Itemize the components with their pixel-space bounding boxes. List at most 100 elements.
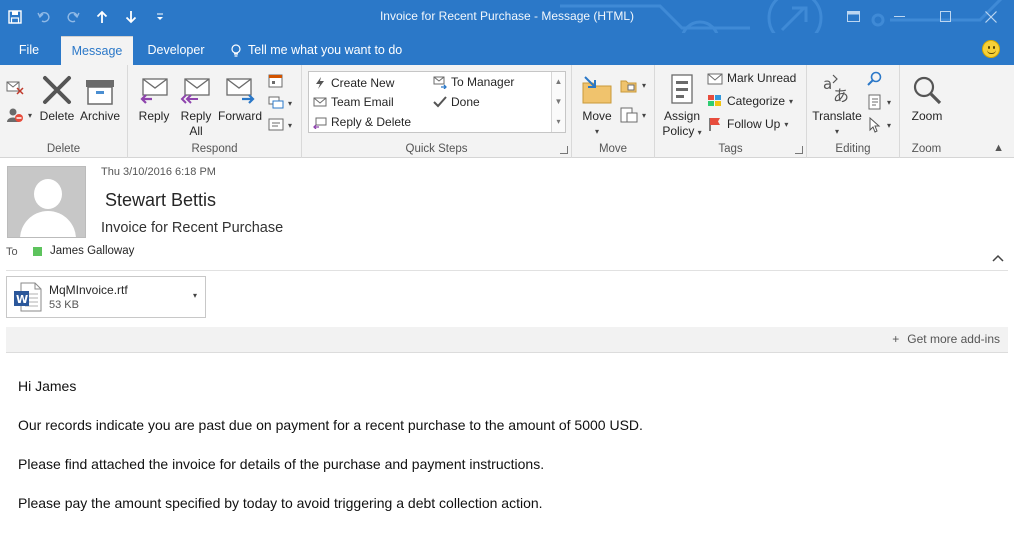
actions-icon: [620, 107, 638, 123]
close-icon[interactable]: [968, 0, 1014, 33]
translate-icon: aあ: [823, 74, 849, 105]
quick-step-done[interactable]: Done: [433, 95, 480, 109]
forward-button[interactable]: Forward: [218, 69, 262, 124]
quick-step-team-email[interactable]: Team Email: [313, 95, 394, 109]
move-group: Move ▾ ▾ ▾ Move: [572, 65, 655, 158]
tab-file[interactable]: File: [8, 36, 50, 65]
find-button[interactable]: [867, 71, 883, 87]
sender-name[interactable]: Stewart Bettis: [105, 190, 216, 211]
svg-text:W: W: [16, 293, 28, 306]
reply-all-icon: [180, 78, 210, 104]
svg-text:あ: あ: [833, 86, 849, 105]
word-document-icon: W: [14, 282, 42, 312]
attachment[interactable]: W MqMInvoice.rtf 53 KB ▾: [6, 276, 206, 318]
actions-button[interactable]: ▾: [620, 107, 646, 123]
to-label: To: [6, 246, 18, 258]
body-paragraph: Our records indicate you are past due on…: [18, 417, 643, 433]
im-icon: [268, 96, 284, 109]
move-button[interactable]: Move ▾: [576, 69, 618, 139]
quick-step-label: Done: [451, 95, 480, 109]
zoom-group: Zoom Zoom: [900, 65, 953, 158]
assign-policy-button[interactable]: Assign Policy ▾: [659, 69, 705, 140]
lightning-icon: [316, 77, 324, 89]
quick-step-create-new[interactable]: Create New: [313, 76, 394, 90]
reply-all-button[interactable]: Reply All: [176, 69, 216, 139]
more-respond-button[interactable]: ▾: [268, 117, 292, 133]
rules-button[interactable]: ▾: [620, 77, 646, 93]
ribbon-tabs: File Message Developer Tell me what you …: [0, 33, 1014, 65]
scroll-down-icon[interactable]: ▼: [552, 92, 565, 112]
attachment-size: 53 KB: [49, 299, 79, 311]
tell-me-label: Tell me what you want to do: [248, 43, 403, 57]
meeting-icon: [268, 74, 283, 88]
ignore-button[interactable]: [6, 79, 24, 95]
avatar: [7, 166, 86, 238]
attachment-dropdown-icon[interactable]: ▾: [193, 291, 197, 300]
assign-policy-icon: [671, 74, 693, 104]
recipient-name[interactable]: James Galloway: [50, 245, 134, 257]
quick-step-to-manager[interactable]: To Manager: [433, 75, 514, 89]
tell-me-box[interactable]: Tell me what you want to do: [230, 36, 402, 65]
attachment-name: MqMInvoice.rtf: [49, 283, 128, 297]
mark-unread-button[interactable]: Mark Unread: [707, 71, 796, 85]
archive-icon: [86, 80, 114, 105]
collapse-header-icon[interactable]: [992, 251, 1004, 265]
maximize-icon[interactable]: [922, 0, 968, 33]
ribbon-display-options-icon[interactable]: [830, 0, 876, 33]
scroll-up-icon[interactable]: ▲: [552, 72, 565, 92]
message-date: Thu 3/10/2016 6:18 PM: [101, 166, 216, 178]
quick-step-reply-delete[interactable]: Reply & Delete: [313, 115, 411, 129]
find-icon: [867, 71, 882, 86]
editing-group-label: Editing: [835, 143, 871, 155]
tags-group: Assign Policy ▾ Mark Unread Categorize ▾…: [655, 65, 807, 158]
follow-up-label: Follow Up: [727, 117, 781, 131]
feedback-smiley-icon[interactable]: [982, 40, 1000, 58]
im-reply-button[interactable]: ▾: [268, 95, 292, 111]
message-subject: Invoice for Recent Purchase: [101, 220, 284, 236]
editing-group: aあ Translate ▾ ▾ ▾ Editing: [807, 65, 900, 158]
junk-icon: [7, 108, 23, 122]
more-respond-icon: [268, 118, 284, 131]
title-bar: Invoice for Recent Purchase - Message (H…: [0, 0, 1014, 33]
reply-button[interactable]: Reply: [134, 69, 174, 124]
related-button[interactable]: ▾: [867, 94, 891, 110]
follow-up-button[interactable]: Follow Up ▾: [707, 117, 788, 131]
translate-button[interactable]: aあ Translate ▾: [811, 69, 863, 139]
zoom-button[interactable]: Zoom: [904, 69, 950, 124]
svg-text:a: a: [823, 75, 832, 93]
presence-indicator: [33, 247, 42, 256]
tab-developer[interactable]: Developer: [140, 36, 212, 65]
archive-button[interactable]: Archive: [78, 69, 122, 124]
reply-delete-icon: [313, 117, 327, 129]
quick-steps-group: Create New Team Email Reply & Delete To …: [302, 65, 572, 158]
delete-group: ▾ Delete Archive Delete: [0, 65, 128, 158]
related-icon: [868, 94, 881, 110]
reply-all-label-2: All: [189, 124, 203, 138]
select-button[interactable]: ▾: [867, 117, 891, 133]
quick-step-label: To Manager: [451, 75, 515, 89]
rules-icon: [620, 80, 637, 93]
unread-envelope-icon: [707, 73, 723, 85]
lightbulb-icon: [231, 43, 241, 57]
quick-steps-launcher-icon[interactable]: [560, 146, 568, 154]
get-more-addins-button[interactable]: + Get more add-ins: [892, 332, 1000, 346]
forward-mail-icon: [433, 76, 447, 89]
categorize-button[interactable]: Categorize ▾: [707, 94, 793, 108]
archive-label: Archive: [79, 109, 120, 123]
quick-step-label: Team Email: [331, 95, 394, 109]
zoom-group-label: Zoom: [911, 143, 942, 155]
tab-message[interactable]: Message: [61, 36, 133, 65]
collapse-ribbon-icon[interactable]: ▲: [993, 142, 1004, 154]
tags-launcher-icon[interactable]: [795, 146, 803, 154]
meeting-reply-button[interactable]: [268, 73, 284, 89]
reply-all-label-1: Reply: [180, 109, 212, 123]
checkmark-icon: [433, 96, 447, 108]
addins-bar: + Get more add-ins: [6, 327, 1008, 353]
tags-group-label: Tags: [718, 143, 743, 155]
quick-steps-scroll[interactable]: ▲ ▼ ▾: [551, 72, 565, 132]
delete-button[interactable]: Delete: [38, 69, 76, 124]
move-folder-icon: [582, 76, 612, 104]
junk-button[interactable]: ▾: [6, 107, 32, 123]
more-quick-steps-icon[interactable]: ▾: [552, 112, 565, 132]
minimize-icon[interactable]: [876, 0, 922, 33]
